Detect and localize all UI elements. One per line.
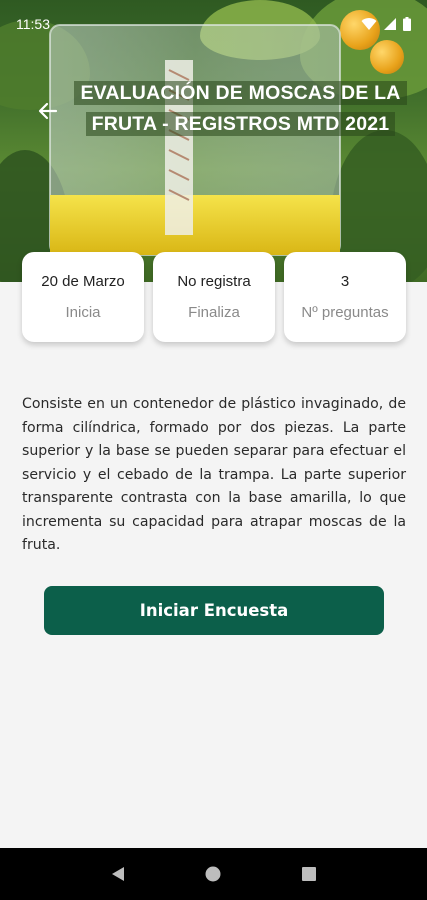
nav-back-button[interactable] [106, 862, 130, 886]
end-date-card: No registra Finaliza [153, 252, 275, 342]
question-count-value: 3 [340, 273, 350, 290]
question-count-card: 3 Nº preguntas [284, 252, 406, 342]
start-date-card: 20 de Marzo Inicia [22, 252, 144, 342]
circle-home-icon [205, 866, 221, 882]
status-icons [361, 17, 411, 31]
info-cards: 20 de Marzo Inicia No registra Finaliza … [22, 252, 406, 342]
status-time: 11:53 [16, 16, 50, 32]
battery-icon [403, 17, 411, 31]
end-date-label: Finaliza [188, 304, 240, 321]
nav-recents-button[interactable] [297, 862, 321, 886]
start-date-value: 20 de Marzo [41, 273, 125, 290]
system-navigation-bar [0, 848, 427, 900]
status-bar: 11:53 [0, 0, 427, 48]
start-date-label: Inicia [65, 304, 101, 321]
signal-icon [384, 18, 396, 30]
back-button[interactable] [32, 95, 64, 127]
question-count-label: Nº preguntas [301, 304, 389, 321]
survey-title: EVALUACIÓN DE MOSCAS DE LA FRUTA - REGIS… [68, 78, 413, 140]
end-date-value: No registra [177, 273, 251, 290]
nav-home-button[interactable] [201, 862, 225, 886]
wifi-icon [361, 18, 377, 30]
fruit-fly-trap-graphic [49, 24, 341, 256]
start-survey-button[interactable]: Iniciar Encuesta [44, 586, 384, 635]
triangle-back-icon [111, 867, 124, 881]
page-title: EVALUACIÓN DE MOSCAS DE LA FRUTA - REGIS… [74, 81, 407, 136]
arrow-left-icon [38, 102, 58, 120]
square-recents-icon [302, 867, 317, 881]
survey-description: Consiste en un contenedor de plástico in… [22, 396, 406, 553]
